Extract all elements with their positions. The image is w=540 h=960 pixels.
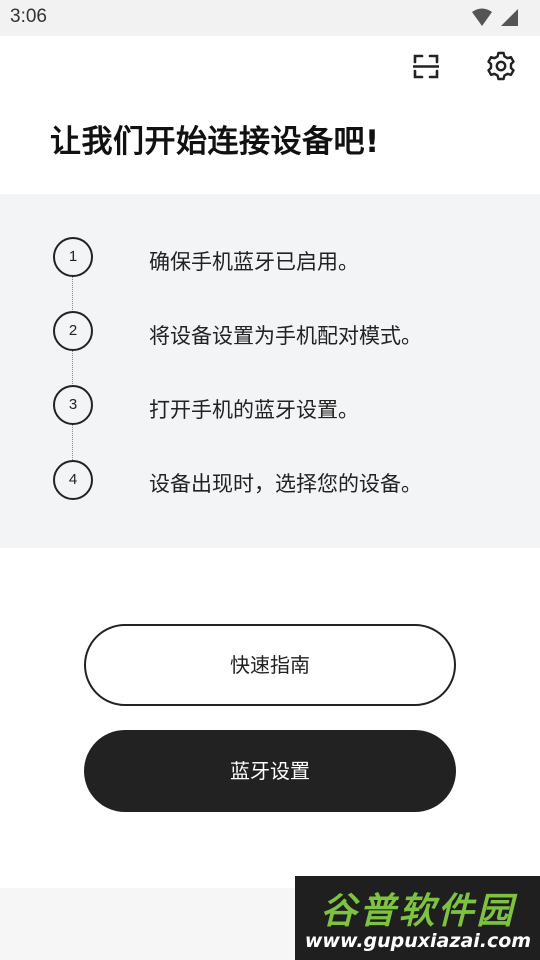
- signal-icon: [501, 9, 518, 26]
- bluetooth-settings-button[interactable]: 蓝牙设置: [84, 730, 456, 812]
- watermark-title: 谷普软件园: [320, 891, 516, 932]
- scan-icon: [413, 54, 439, 79]
- status-bar: 3:06: [0, 0, 540, 36]
- quick-guide-button[interactable]: 快速指南: [84, 624, 456, 706]
- step-text: 将设备设置为手机配对模式。: [149, 324, 422, 348]
- step-text: 确保手机蓝牙已启用。: [149, 250, 359, 274]
- watermark-logo: 谷普软件园 www.gupuxiazai.com: [295, 876, 540, 960]
- step-number: 4: [53, 460, 93, 500]
- wifi-icon: [471, 8, 492, 26]
- top-bar: [0, 36, 540, 96]
- step-number: 3: [53, 385, 93, 425]
- step-text: 打开手机的蓝牙设置。: [149, 398, 359, 422]
- steps-panel: 1 确保手机蓝牙已启用。 2 将设备设置为手机配对模式。 3 打开手机的蓝牙设置…: [0, 194, 540, 548]
- gear-icon: [487, 51, 515, 81]
- scan-button[interactable]: [404, 44, 448, 88]
- step-number: 1: [53, 237, 93, 277]
- status-time: 3:06: [10, 6, 47, 27]
- step-number: 2: [53, 311, 93, 351]
- step-text: 设备出现时，选择您的设备。: [149, 472, 422, 496]
- settings-button[interactable]: [479, 44, 523, 88]
- watermark-url: www.gupuxiazai.com: [304, 930, 532, 952]
- page-title: 让我们开始连接设备吧!: [50, 124, 380, 160]
- status-icons: [471, 8, 520, 28]
